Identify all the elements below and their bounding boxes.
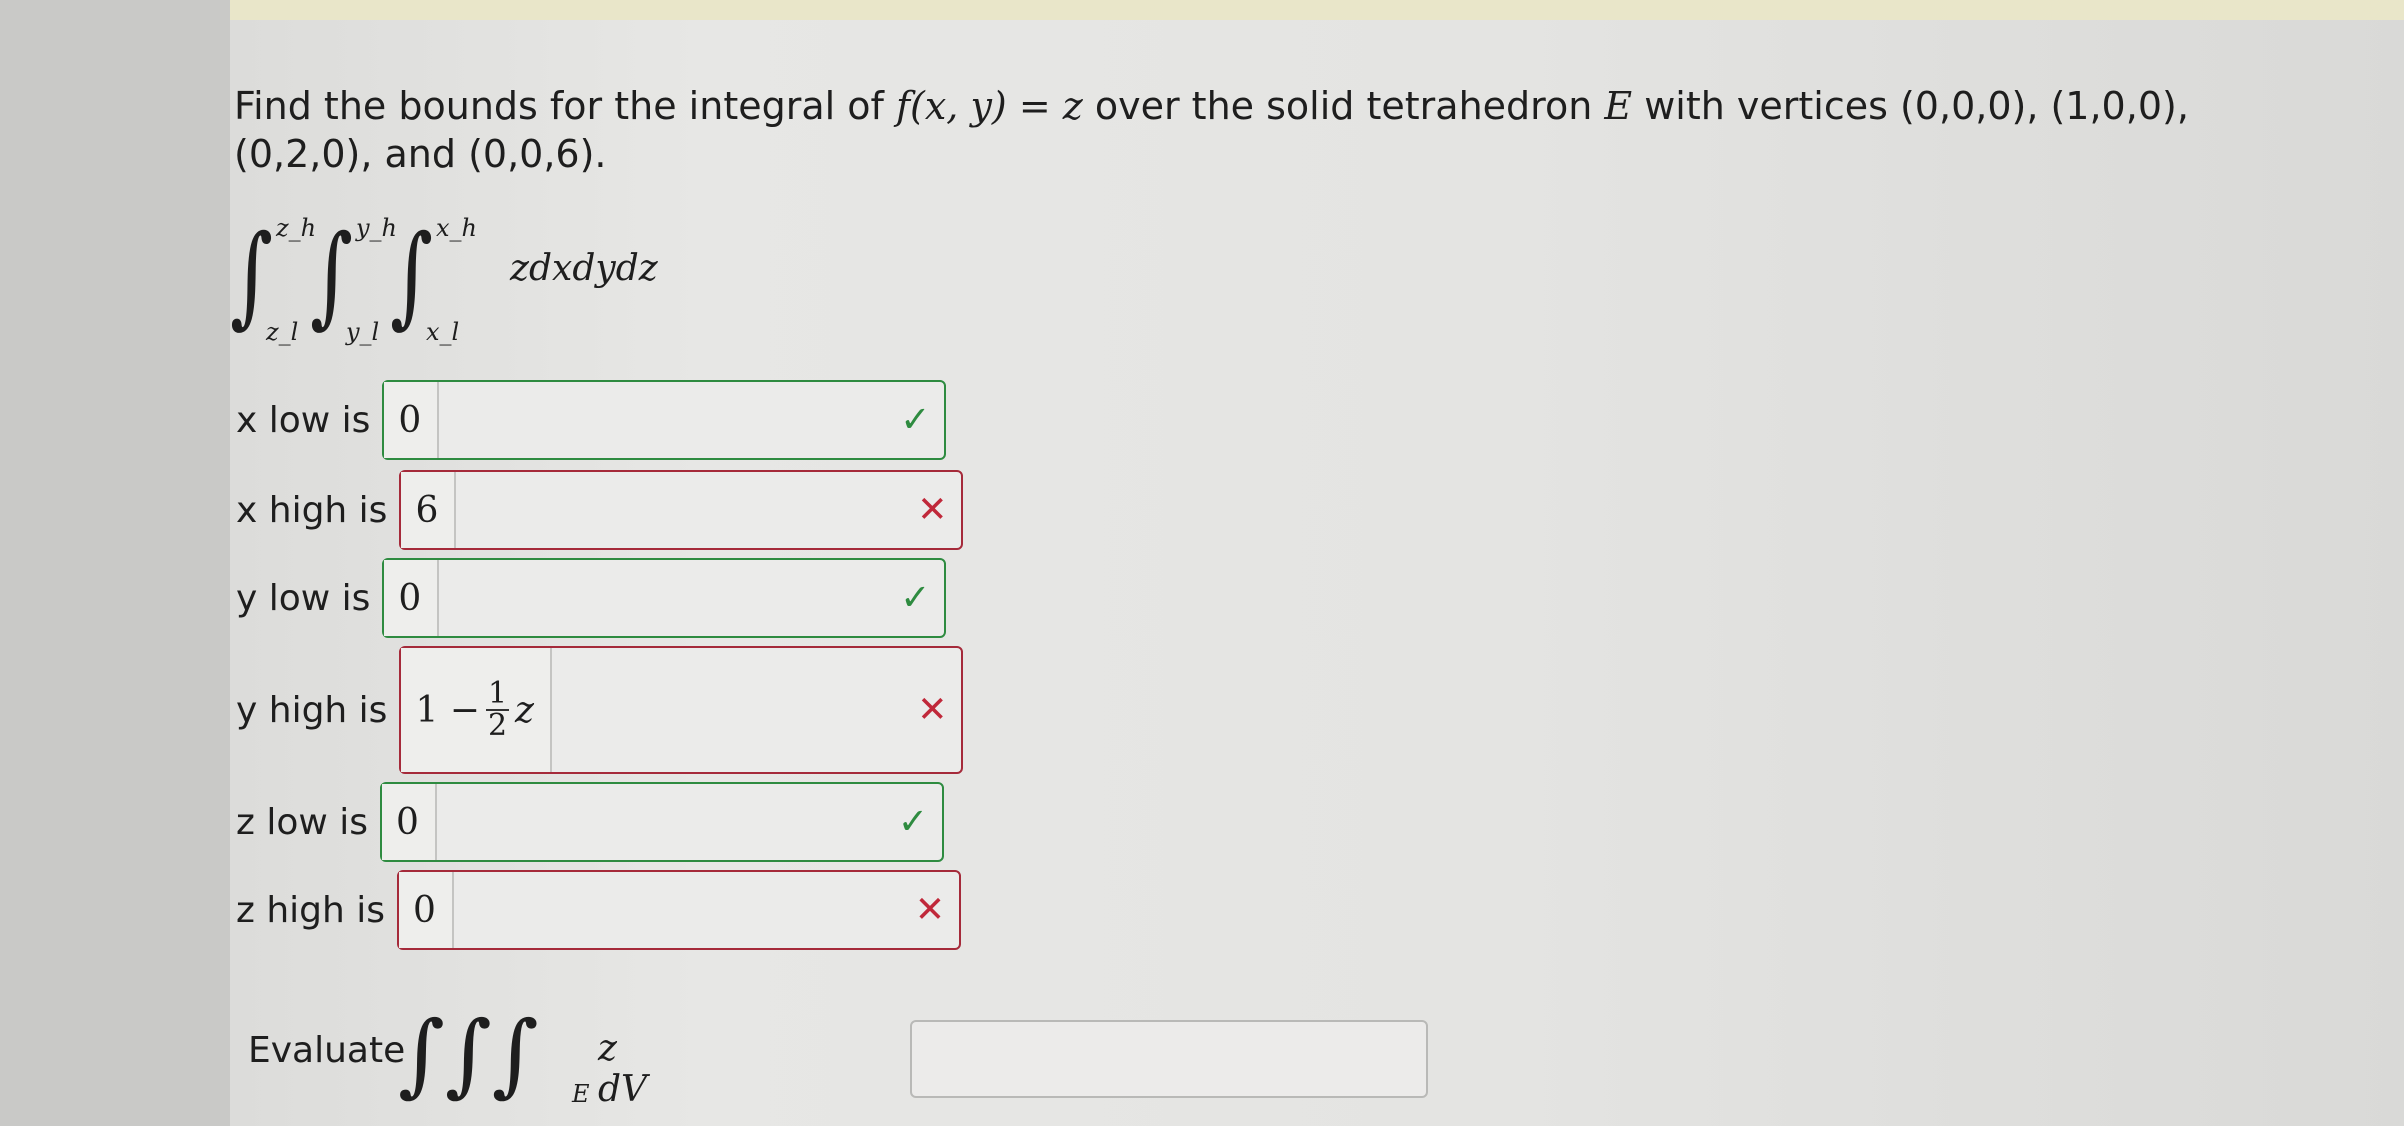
question-text: Find the bounds for the integral of f(x,… [234, 82, 2234, 178]
z-low-value: 0 [382, 784, 437, 860]
z-high-input[interactable]: 0 ✕ [397, 870, 962, 950]
evaluate-label: Evaluate [248, 1030, 406, 1071]
x-high-row: x high is 6 ✕ [236, 470, 964, 550]
triple-integral-symbol: ∫∫∫ [398, 1002, 539, 1107]
incorrect-x-icon: ✕ [917, 689, 948, 731]
question-mid: over the solid tetrahedron [1082, 84, 1605, 128]
z-high-label: z high is [236, 889, 386, 931]
y-high-suffix: z [515, 689, 535, 731]
z-low-row: z low is 0 ✓ [236, 782, 945, 862]
y-high-prefix: 1 − [415, 689, 480, 731]
integral-region: E [572, 1080, 590, 1108]
triple-integral-expression: ∫ z_h z_l ∫ y_h y_l ∫ x_h x_l zdxdydz [230, 200, 750, 350]
top-strip [230, 0, 2404, 20]
y-high-input[interactable]: 1 − 1 2 z ✕ [399, 646, 964, 774]
y-lower-bound: y_l [346, 318, 380, 346]
evaluate-integrand: z dV [598, 1028, 648, 1110]
y-high-value: 1 − 1 2 z [401, 648, 553, 772]
correct-check-icon: ✓ [900, 577, 931, 619]
correct-check-icon: ✓ [897, 801, 929, 843]
incorrect-x-icon: ✕ [917, 489, 948, 531]
y-high-label: y high is [236, 689, 388, 731]
y-low-row: y low is 0 ✓ [236, 558, 947, 638]
incorrect-x-icon: ✕ [914, 889, 946, 931]
x-low-value: 0 [384, 382, 440, 458]
z-high-value: 0 [399, 872, 454, 948]
integral-sign-x: ∫ [390, 211, 433, 339]
z-low-input[interactable]: 0 ✓ [380, 782, 945, 862]
fraction-denominator: 2 [487, 708, 508, 743]
x-low-input[interactable]: 0 ✓ [382, 380, 947, 460]
z-lower-bound: z_l [266, 318, 299, 346]
integral-sign-y: ∫ [310, 211, 353, 339]
x-low-row: x low is 0 ✓ [236, 380, 947, 460]
integrand: zdxdydz [510, 248, 658, 289]
x-low-label: x low is [236, 399, 371, 441]
x-upper-bound: x_h [436, 214, 477, 242]
y-low-label: y low is [236, 577, 371, 619]
y-low-value: 0 [384, 560, 440, 636]
x-high-value: 6 [401, 472, 457, 548]
question-intro: Find the bounds for the integral of [234, 84, 896, 128]
correct-check-icon: ✓ [900, 399, 931, 441]
fraction-numerator: 1 [485, 676, 510, 711]
fraction: 1 2 [485, 676, 510, 743]
z-low-label: z low is [236, 801, 369, 843]
integral-sign-z: ∫ [230, 211, 273, 339]
question-panel: Find the bounds for the integral of f(x,… [230, 20, 2404, 1126]
y-high-row: y high is 1 − 1 2 z ✕ [236, 646, 964, 774]
evaluate-input[interactable] [910, 1020, 1428, 1098]
y-low-input[interactable]: 0 ✓ [382, 558, 947, 638]
x-high-label: x high is [236, 489, 388, 531]
x-lower-bound: x_l [426, 318, 460, 346]
question-solid: E [1604, 84, 1633, 128]
z-high-row: z high is 0 ✕ [236, 870, 962, 950]
left-sidebar [0, 0, 230, 1126]
x-high-input[interactable]: 6 ✕ [399, 470, 964, 550]
question-function: f(x, y) = z [895, 84, 1083, 128]
